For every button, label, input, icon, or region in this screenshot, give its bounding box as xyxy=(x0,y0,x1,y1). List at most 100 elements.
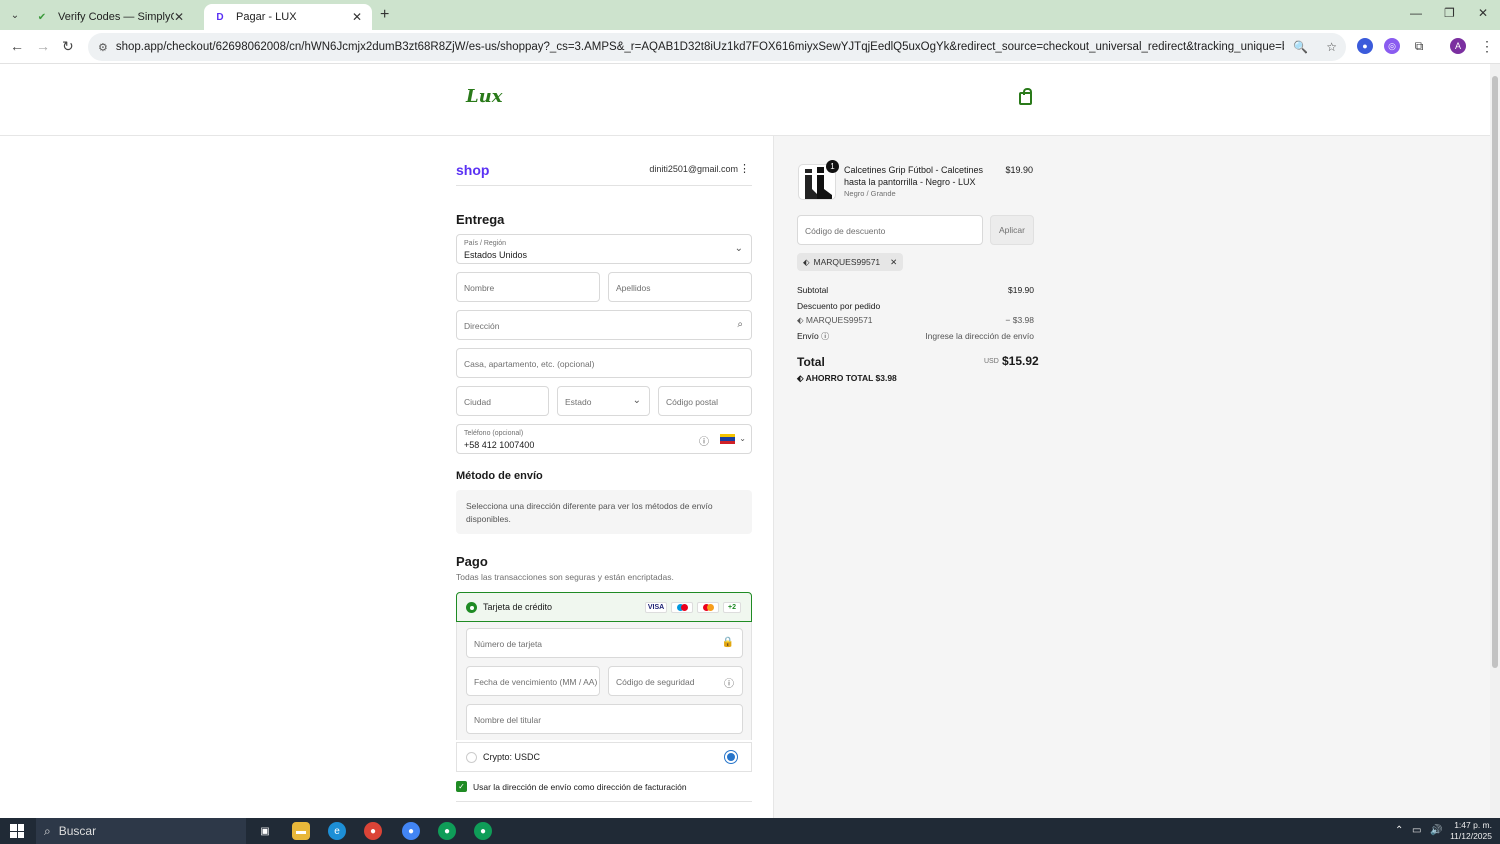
chevron-down-icon: ⌄ xyxy=(739,434,746,443)
new-tab-button[interactable]: + xyxy=(380,6,389,24)
chrome-icon[interactable]: ● xyxy=(364,822,382,840)
lux-logo[interactable]: Lux xyxy=(466,86,502,107)
checkout-page: Lux shop diniti2501@gmail.com ⋮ Entrega … xyxy=(0,64,1490,818)
city-field[interactable]: Ciudad xyxy=(456,386,549,416)
reload-icon[interactable]: ↻ xyxy=(62,38,74,55)
total-label: Total xyxy=(797,355,825,369)
state-placeholder: Estado xyxy=(565,397,592,407)
order-discount-label: Descuento por pedido xyxy=(797,301,881,311)
crypto-option[interactable]: Crypto: USDC xyxy=(456,742,752,772)
simplycodes-favicon-icon: ✔ xyxy=(37,11,47,23)
mastercard-icon xyxy=(697,602,719,613)
radio-unselected-icon[interactable] xyxy=(466,752,477,763)
country-label: País / Región xyxy=(464,240,507,247)
apply-discount-button[interactable]: Aplicar xyxy=(990,215,1034,245)
profile-avatar[interactable]: A xyxy=(1450,38,1466,54)
file-explorer-icon[interactable]: ▬ xyxy=(292,822,310,840)
search-icon: ⌕ xyxy=(44,823,51,838)
volume-icon[interactable]: 🔊 xyxy=(1430,825,1442,836)
credit-card-option[interactable]: Tarjeta de crédito VISA +2 xyxy=(456,592,752,622)
edge-icon[interactable]: e xyxy=(328,822,346,840)
address-placeholder: Dirección xyxy=(464,321,500,331)
remove-code-icon[interactable]: ✕ xyxy=(890,257,897,268)
taskbar-search[interactable]: ⌕ Buscar xyxy=(36,818,246,844)
subtotal-label: Subtotal xyxy=(797,285,829,295)
city-placeholder: Ciudad xyxy=(464,397,491,407)
minimize-icon[interactable]: — xyxy=(1410,6,1422,20)
phone-field[interactable]: Teléfono (opcional) +58 412 1007400 ⓘ ⌄ xyxy=(456,424,752,454)
menu-kebab-icon[interactable]: ⋮ xyxy=(1480,38,1494,55)
close-tab-icon[interactable]: ✕ xyxy=(352,10,362,24)
forward-icon[interactable]: → xyxy=(36,38,50,54)
zip-field[interactable]: Código postal xyxy=(658,386,752,416)
site-info-icon[interactable]: ⚙ xyxy=(98,41,108,54)
card-number-placeholder: Número de tarjeta xyxy=(474,639,543,649)
network-icon[interactable]: ▭ xyxy=(1412,825,1421,836)
savings-value: $3.98 xyxy=(875,373,897,383)
radio-selected-icon[interactable] xyxy=(466,602,477,613)
venezuela-flag-icon[interactable] xyxy=(720,434,735,444)
billing-same-label: Usar la dirección de envío como direcció… xyxy=(473,782,687,792)
quantity-badge: 1 xyxy=(826,160,839,173)
cart-bag-icon[interactable] xyxy=(1019,88,1032,105)
first-name-field[interactable]: Nombre xyxy=(456,272,600,302)
visa-icon: VISA xyxy=(645,602,667,613)
extension-icon[interactable]: ◎ xyxy=(1384,38,1400,54)
last-name-field[interactable]: Apellidos xyxy=(608,272,752,302)
card-number-field[interactable]: Número de tarjeta 🔒 xyxy=(466,628,743,658)
tab-verify-codes[interactable]: ✔ Verify Codes — SimplyCodes ✕ xyxy=(26,4,194,30)
chrome-profile-icon[interactable]: ● xyxy=(402,822,420,840)
tab-search-button[interactable]: ⌄ xyxy=(5,6,25,24)
shipping-info-box: Selecciona una dirección diferente para … xyxy=(456,490,752,534)
checkout-header: Lux xyxy=(0,64,1490,136)
tab-title: Pagar - LUX xyxy=(236,11,297,23)
help-circle-icon[interactable]: ⓘ xyxy=(821,332,829,341)
scrollbar-thumb[interactable] xyxy=(1492,76,1498,668)
tab-strip: ⌄ ✔ Verify Codes — SimplyCodes ✕ D Pagar… xyxy=(0,0,1500,30)
cardholder-field[interactable]: Nombre del titular xyxy=(466,704,743,734)
country-select[interactable]: País / Región Estados Unidos ⌄ xyxy=(456,234,752,264)
help-circle-icon[interactable]: ⓘ xyxy=(724,675,734,690)
restore-icon[interactable]: ❐ xyxy=(1444,6,1455,20)
tab-pagar-lux[interactable]: D Pagar - LUX ✕ xyxy=(204,4,372,30)
chevron-down-icon: ⌄ xyxy=(734,243,743,254)
extension-icon[interactable]: ● xyxy=(1357,38,1373,54)
windows-start-icon[interactable] xyxy=(10,824,24,838)
chrome-profile-icon[interactable]: ● xyxy=(438,822,456,840)
shipping-label: Envío xyxy=(797,331,819,341)
clock-date: 11/12/2025 xyxy=(1450,831,1492,841)
task-view-icon[interactable]: ▣ xyxy=(256,822,274,840)
tag-icon: ⬖ xyxy=(797,315,804,325)
chrome-profile-icon[interactable]: ● xyxy=(474,822,492,840)
close-tab-icon[interactable]: ✕ xyxy=(174,10,184,24)
page-scrollbar[interactable] xyxy=(1490,64,1500,818)
applied-code-chip: ⬖ MARQUES99571 ✕ xyxy=(797,253,904,271)
tag-icon: ⬖ xyxy=(803,256,810,267)
crypto-label: Crypto: USDC xyxy=(483,752,541,762)
account-menu-icon[interactable]: ⋮ xyxy=(739,162,750,175)
state-select[interactable]: Estado ⌄ xyxy=(557,386,650,416)
url-text[interactable]: shop.app/checkout/62698062008/cn/hWN6Jcm… xyxy=(116,41,1284,53)
tray-chevron-icon[interactable]: ⌃ xyxy=(1395,825,1403,836)
discount-code-field[interactable]: Código de descuento xyxy=(797,215,983,245)
system-clock[interactable]: 1:47 p. m. 11/12/2025 xyxy=(1450,820,1492,842)
extensions-puzzle-icon[interactable]: ⧉ xyxy=(1411,38,1427,54)
help-circle-icon[interactable]: ⓘ xyxy=(699,433,709,448)
cvv-field[interactable]: Código de seguridad ⓘ xyxy=(608,666,743,696)
apartment-placeholder: Casa, apartamento, etc. (opcional) xyxy=(464,359,595,369)
shipping-row: Envío ⓘ Ingrese la dirección de envío xyxy=(797,331,1034,342)
order-discount-row: Descuento por pedido xyxy=(797,301,1034,311)
address-field[interactable]: Dirección ⌕ xyxy=(456,310,752,340)
subtotal-row: Subtotal $19.90 xyxy=(797,285,1034,295)
billing-same-checkbox[interactable]: ✓ xyxy=(456,781,467,792)
order-summary: 1 Calcetines Grip Fútbol - Calcetines ha… xyxy=(773,136,1490,818)
address-bar[interactable]: ⚙ shop.app/checkout/62698062008/cn/hWN6J… xyxy=(88,33,1346,61)
expiry-field[interactable]: Fecha de vencimiento (MM / AA) xyxy=(466,666,600,696)
apartment-field[interactable]: Casa, apartamento, etc. (opcional) xyxy=(456,348,752,378)
close-window-icon[interactable]: ✕ xyxy=(1478,6,1488,20)
shop-account-row: shop diniti2501@gmail.com ⋮ xyxy=(456,162,752,186)
zoom-icon[interactable]: 🔍 xyxy=(1293,40,1308,54)
back-icon[interactable]: ← xyxy=(10,38,24,54)
bookmark-star-icon[interactable]: ☆ xyxy=(1326,40,1337,54)
cvv-placeholder: Código de seguridad xyxy=(616,677,695,687)
